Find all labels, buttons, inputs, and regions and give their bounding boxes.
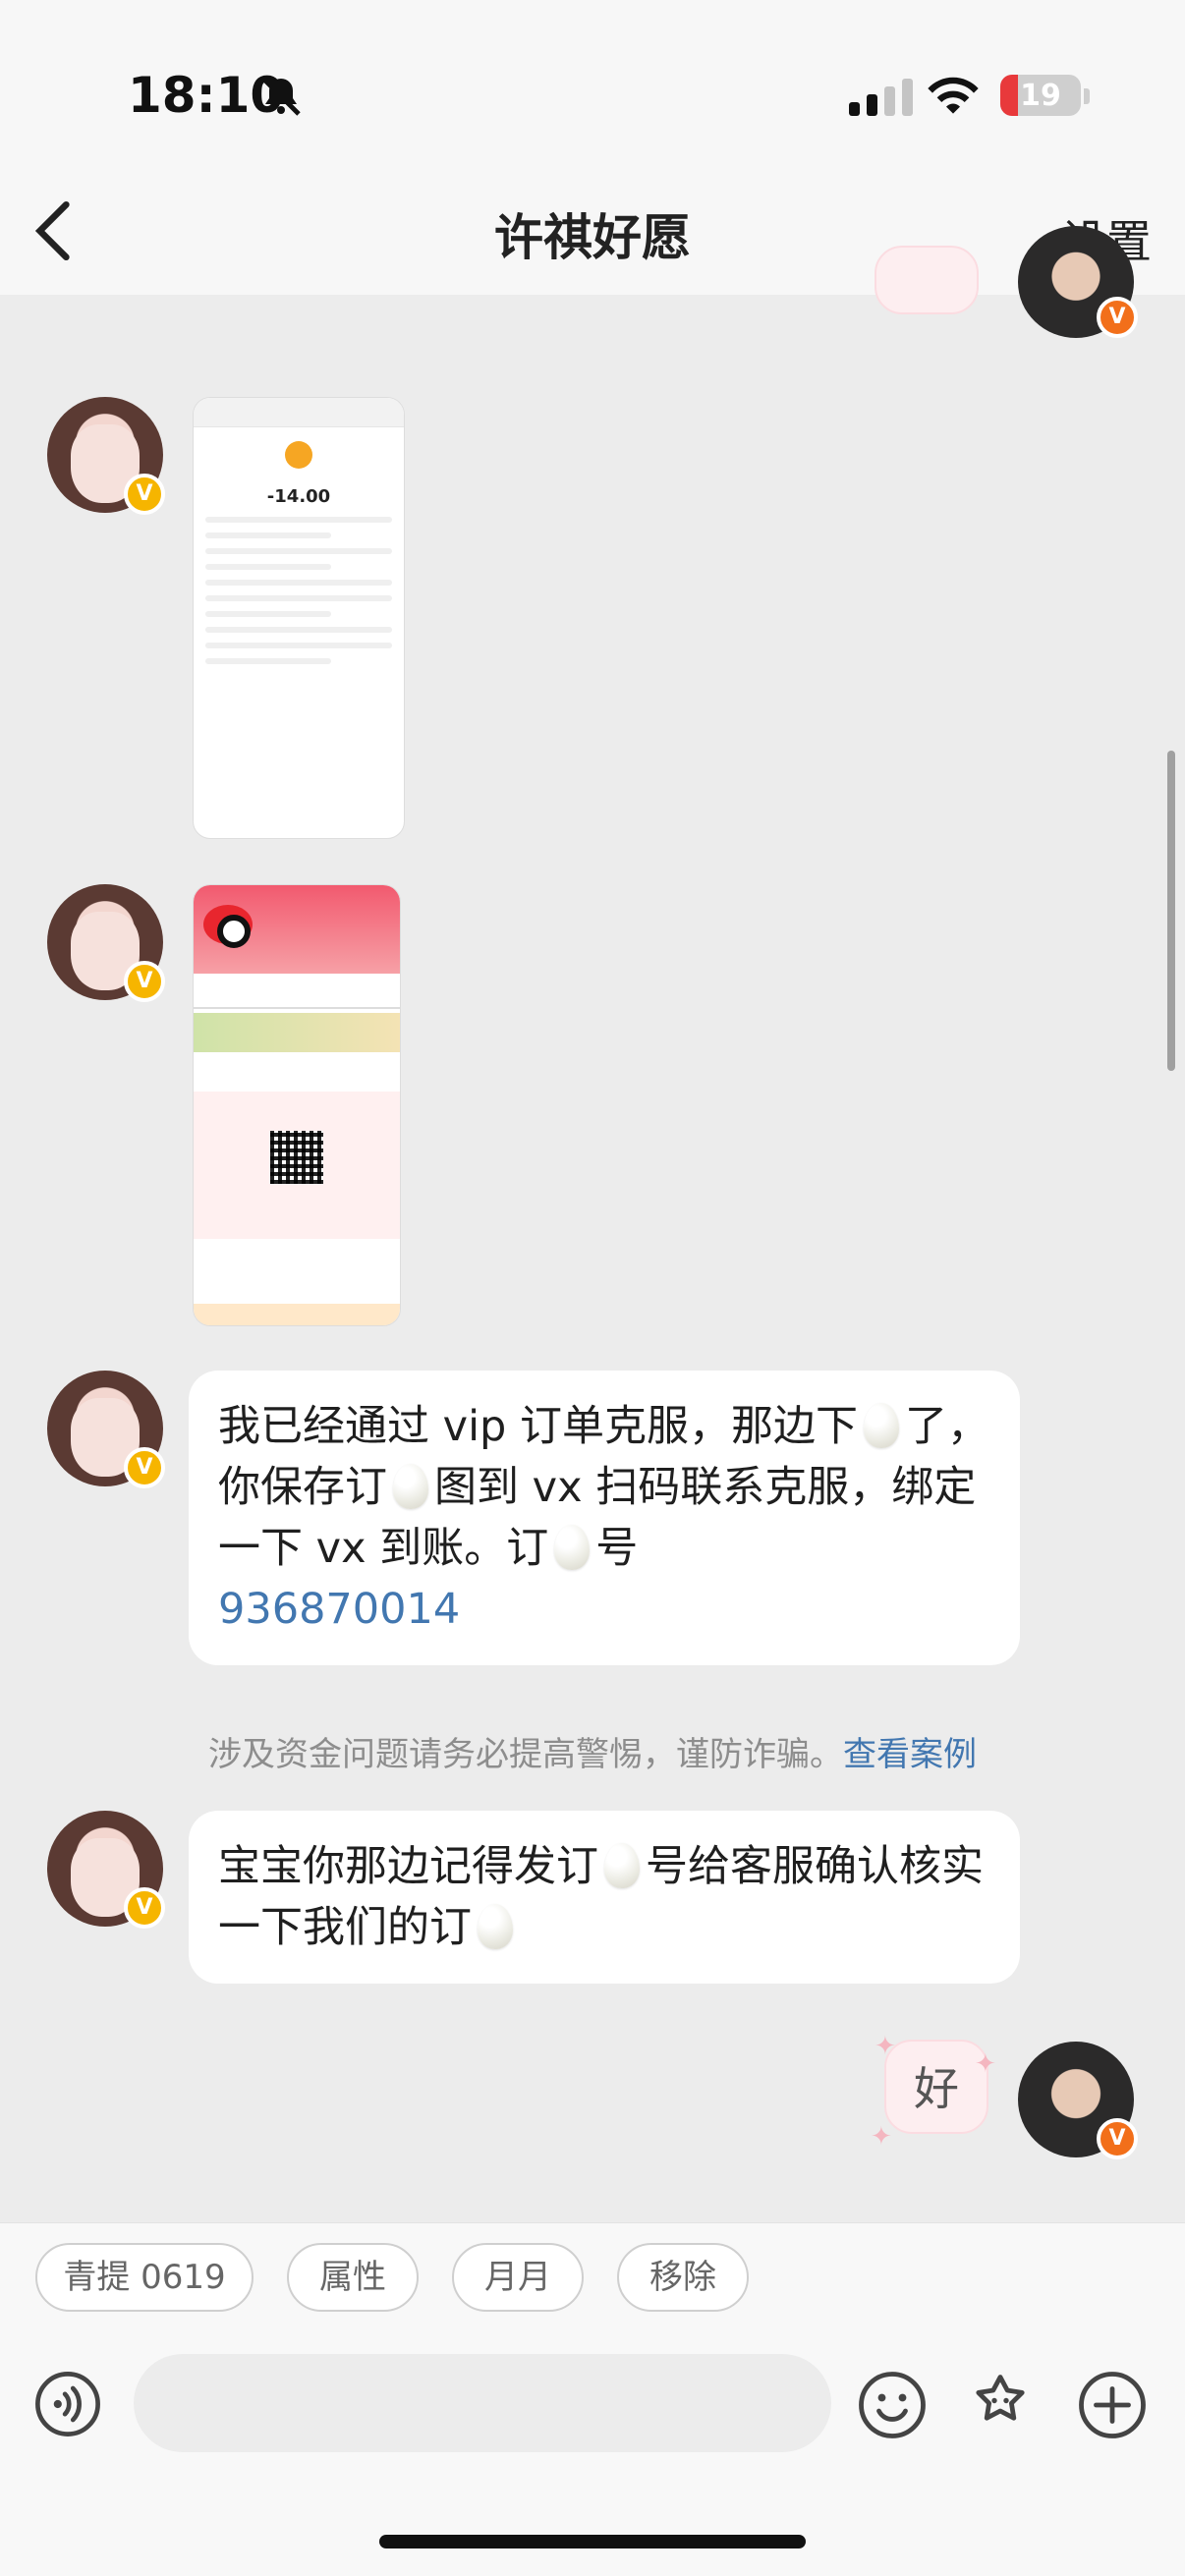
wifi-icon bbox=[928, 77, 979, 114]
egg-emoji-icon bbox=[478, 1904, 513, 1949]
weibo-logo-icon bbox=[285, 441, 312, 469]
quick-chip-1[interactable]: 青提 0619 bbox=[35, 2243, 254, 2312]
battery-icon: 19 bbox=[1000, 75, 1081, 116]
sticker-message-reply[interactable]: 好 bbox=[884, 2040, 988, 2134]
receipt-amount: -14.00 bbox=[266, 486, 331, 507]
sparkle-icon: ✦ bbox=[871, 2122, 892, 2152]
order-number-link[interactable]: 936870014 bbox=[218, 1579, 990, 1640]
image-message-notice[interactable] bbox=[193, 884, 401, 1326]
verified-badge: V bbox=[124, 474, 165, 515]
quick-chip-3[interactable]: 月月 bbox=[452, 2243, 584, 2312]
sticker-message-partial[interactable] bbox=[875, 246, 979, 314]
text-message[interactable]: 我已经通过 vip 订单克服，那边下 了，你保存订 图到 vx 扫码联系克服，绑定一… bbox=[189, 1371, 1020, 1665]
weibo-logo-icon bbox=[203, 905, 253, 948]
battery-level: 19 bbox=[1020, 79, 1061, 113]
fraud-warning: 涉及资金问题请务必提高警惕，谨防诈骗。查看案例 bbox=[208, 1735, 977, 1774]
verified-badge: V bbox=[124, 961, 165, 1002]
qr-code bbox=[270, 1131, 323, 1184]
quick-chip-2[interactable]: 属性 bbox=[287, 2243, 419, 2312]
scrollbar[interactable] bbox=[1167, 751, 1175, 1071]
home-indicator[interactable] bbox=[379, 2535, 806, 2548]
verified-badge: V bbox=[1097, 297, 1138, 338]
sticker-icon[interactable] bbox=[965, 2370, 1036, 2440]
view-cases-link[interactable]: 查看案例 bbox=[843, 1735, 977, 1774]
egg-emoji-icon bbox=[393, 1464, 428, 1509]
egg-emoji-icon bbox=[864, 1403, 900, 1448]
verified-badge: V bbox=[124, 1447, 165, 1488]
message-input[interactable] bbox=[134, 2354, 831, 2452]
chat-title: 许祺好愿 bbox=[494, 209, 691, 266]
voice-icon[interactable] bbox=[33, 2370, 102, 2438]
top-bar: 18:10 19 许祺好愿 设置 bbox=[0, 0, 1185, 295]
quick-chip-4[interactable]: 移除 bbox=[617, 2243, 749, 2312]
verified-badge: V bbox=[124, 1887, 165, 1929]
signal-icon bbox=[849, 79, 913, 116]
emoji-icon[interactable] bbox=[857, 2370, 928, 2440]
image-message-receipt[interactable]: -14.00 bbox=[193, 397, 405, 839]
text-message[interactable]: 宝宝你那边记得发订 号给客服确认核实一下我们的订 bbox=[189, 1811, 1020, 1984]
add-icon[interactable] bbox=[1077, 2370, 1148, 2440]
sparkle-icon: ✦ bbox=[975, 2049, 996, 2079]
egg-emoji-icon bbox=[554, 1525, 591, 1570]
bell-muted-icon bbox=[261, 77, 301, 116]
egg-emoji-icon bbox=[604, 1843, 640, 1888]
verified-badge: V bbox=[1097, 2118, 1138, 2159]
